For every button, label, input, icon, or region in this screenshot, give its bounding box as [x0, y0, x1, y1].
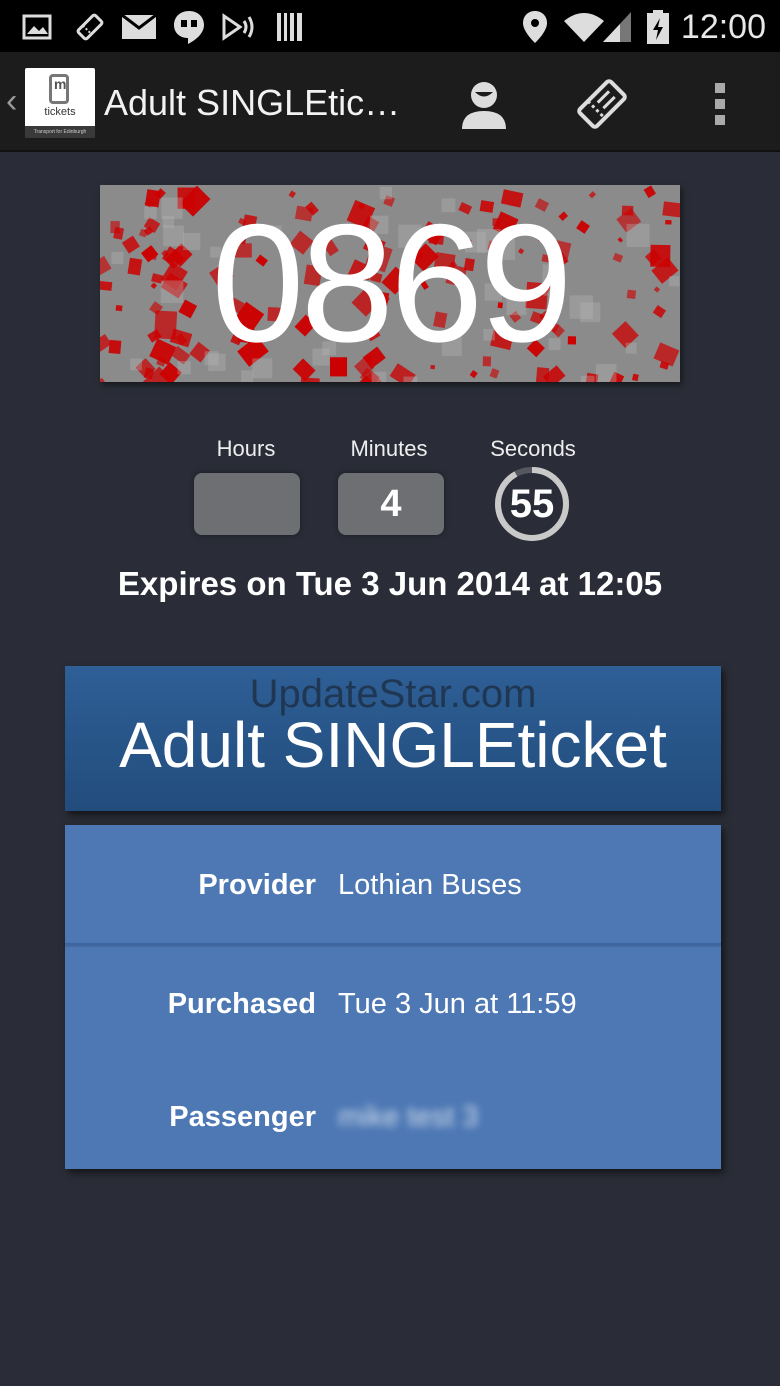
cast-icon	[222, 10, 258, 44]
mail-icon	[121, 10, 157, 44]
minutes-label: Minutes	[350, 436, 428, 461]
seconds-value: 55	[509, 482, 555, 526]
tickets-button[interactable]	[570, 72, 634, 136]
seconds-label: Seconds	[490, 436, 576, 461]
divider	[65, 943, 721, 945]
cell-signal-icon	[602, 10, 632, 44]
logo-strip: Transport for Edinburgh	[25, 126, 95, 138]
tickets-icon	[577, 79, 627, 129]
purchased-label: Purchased	[167, 988, 316, 1020]
account-button[interactable]	[452, 72, 516, 136]
ticket-notification-icon	[74, 10, 106, 44]
account-icon	[462, 82, 506, 129]
hours-label: Hours	[216, 436, 276, 461]
passenger-value: mike test 3	[338, 1101, 479, 1133]
wifi-icon	[563, 10, 605, 44]
battery-charging-icon	[645, 10, 671, 44]
ticket-code-banner: 0869	[100, 185, 680, 382]
hours-value	[194, 473, 300, 535]
status-time: 12:00	[680, 8, 766, 46]
page-title: Adult SINGLEtic…	[104, 82, 401, 123]
passenger-label: Passenger	[169, 1101, 316, 1133]
location-icon	[522, 10, 548, 44]
ticket-code: 0869	[211, 189, 573, 377]
provider-value: Lothian Buses	[338, 869, 522, 901]
provider-label: Provider	[198, 869, 316, 901]
ticket-header: UpdateStar.com Adult SINGLEticket	[65, 666, 721, 811]
status-bar: 12:00	[0, 0, 780, 52]
minutes-value: 4	[338, 473, 444, 535]
overflow-menu-button[interactable]	[688, 72, 752, 136]
logo-subtext: Transport for Edinburgh	[33, 129, 87, 135]
back-chevron-icon[interactable]: ‹	[6, 82, 17, 121]
expiry-text: Expires on Tue 3 Jun 2014 at 12:05	[117, 565, 663, 602]
logo-text: tickets	[44, 106, 76, 118]
app-logo[interactable]: m tickets Transport for Edinburgh	[25, 68, 95, 138]
gallery-icon	[22, 10, 52, 44]
purchased-value: Tue 3 Jun at 11:59	[338, 988, 577, 1020]
action-bar: ‹ m tickets Transport for Edinburgh Adul…	[0, 52, 780, 152]
hangouts-icon	[172, 10, 206, 44]
ticket-name: Adult SINGLEticket	[119, 709, 667, 781]
barcode-icon	[276, 10, 304, 44]
ticket-details: Provider Lothian Buses Purchased Tue 3 J…	[65, 825, 721, 1169]
logo-letter: m	[54, 76, 67, 92]
overflow-menu-icon	[715, 83, 725, 125]
